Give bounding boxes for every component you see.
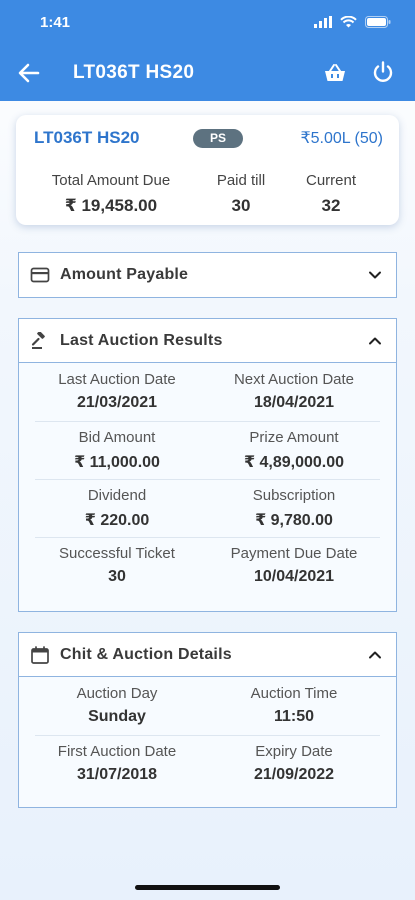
first-auction-date-value: 31/07/2018 xyxy=(76,766,158,783)
chit-details-section: Chit & Auction Details Auction Day Sunda… xyxy=(18,632,397,808)
subscription-label: Subscription xyxy=(252,487,336,504)
auction-results-title: Last Auction Results xyxy=(60,332,223,349)
chit-details-body: Auction Day Sunday Auction Time 11:50 Fi… xyxy=(19,677,396,793)
chevron-up-icon xyxy=(369,651,381,659)
successful-ticket-label: Successful Ticket xyxy=(59,545,175,562)
auction-time-cell: Auction Time 11:50 xyxy=(204,685,384,726)
next-auction-date-label: Next Auction Date xyxy=(233,371,355,388)
auction-row: Successful Ticket 30 Payment Due Date 10… xyxy=(19,537,396,595)
status-badge: PS xyxy=(193,129,243,148)
auction-results-body: Last Auction Date 21/03/2021 Next Auctio… xyxy=(19,363,396,595)
first-auction-date-cell: First Auction Date 31/07/2018 xyxy=(27,743,207,784)
dividend-cell: Dividend ₹ 220.00 xyxy=(27,487,207,530)
first-auction-date-label: First Auction Date xyxy=(57,743,177,760)
dividend-value: ₹ 220.00 xyxy=(84,512,150,529)
expiry-date-cell: Expiry Date 21/09/2022 xyxy=(204,743,384,784)
ticket-summary-card: LT036T HS20 PS ₹5.00L (50) Total Amount … xyxy=(16,115,399,225)
last-auction-date-value: 21/03/2021 xyxy=(76,394,158,411)
auction-results-header[interactable]: Last Auction Results xyxy=(19,319,396,363)
next-auction-date-value: 18/04/2021 xyxy=(253,394,335,411)
dividend-label: Dividend xyxy=(87,487,147,504)
app-bar: LT036T HS20 xyxy=(0,44,415,101)
total-due-block: Total Amount Due ₹ 19,458.00 xyxy=(36,172,186,216)
signal-icon xyxy=(314,16,332,28)
expiry-date-label: Expiry Date xyxy=(255,743,333,760)
current-value: 32 xyxy=(321,196,341,215)
chevron-up-icon xyxy=(369,337,381,345)
page-title: LT036T HS20 xyxy=(73,62,195,83)
card-icon xyxy=(30,267,50,283)
prize-amount-value: ₹ 4,89,000.00 xyxy=(243,454,345,471)
wifi-icon xyxy=(340,16,357,28)
gavel-icon xyxy=(31,332,45,349)
amount-payable-header[interactable]: Amount Payable xyxy=(19,253,396,297)
last-auction-date-cell: Last Auction Date 21/03/2021 xyxy=(27,371,207,412)
expiry-date-value: 21/09/2022 xyxy=(253,766,335,783)
calendar-icon xyxy=(31,646,49,664)
prize-amount-label: Prize Amount xyxy=(249,429,339,446)
chit-details-title: Chit & Auction Details xyxy=(60,646,232,663)
status-time: 1:41 xyxy=(40,14,71,31)
auction-time-value: 11:50 xyxy=(273,708,315,725)
successful-ticket-cell: Successful Ticket 30 xyxy=(27,545,207,586)
auction-day-cell: Auction Day Sunday xyxy=(27,685,207,726)
auction-row: Dividend ₹ 220.00 Subscription ₹ 9,780.0… xyxy=(19,479,396,537)
chit-row: First Auction Date 31/07/2018 Expiry Dat… xyxy=(19,735,396,793)
paid-till-value: 30 xyxy=(231,196,251,215)
basket-icon[interactable] xyxy=(323,61,347,85)
auction-day-value: Sunday xyxy=(88,708,146,725)
ticket-number: LT036T HS20 xyxy=(34,128,140,147)
successful-ticket-value: 30 xyxy=(108,568,126,585)
power-icon[interactable] xyxy=(371,60,395,84)
current-block: Current 32 xyxy=(291,172,371,216)
auction-time-label: Auction Time xyxy=(250,685,338,702)
bid-amount-label: Bid Amount xyxy=(78,429,156,446)
back-arrow-icon[interactable] xyxy=(16,60,42,86)
auction-day-label: Auction Day xyxy=(76,685,158,702)
total-due-label: Total Amount Due xyxy=(51,172,171,189)
bid-amount-cell: Bid Amount ₹ 11,000.00 xyxy=(27,429,207,472)
status-bar: 1:41 xyxy=(0,0,415,44)
prize-amount-cell: Prize Amount ₹ 4,89,000.00 xyxy=(204,429,384,472)
amount-payable-section: Amount Payable xyxy=(18,252,397,298)
chevron-down-icon xyxy=(369,271,381,279)
chit-value: ₹5.00L (50) xyxy=(300,130,383,147)
auction-row: Bid Amount ₹ 11,000.00 Prize Amount ₹ 4,… xyxy=(19,421,396,479)
bid-amount-value: ₹ 11,000.00 xyxy=(74,454,160,471)
chit-details-header[interactable]: Chit & Auction Details xyxy=(19,633,396,677)
payment-due-date-label: Payment Due Date xyxy=(230,545,358,562)
payment-due-date-value: 10/04/2021 xyxy=(253,568,335,585)
payment-due-date-cell: Payment Due Date 10/04/2021 xyxy=(204,545,384,586)
auction-results-section: Last Auction Results Last Auction Date 2… xyxy=(18,318,397,612)
subscription-cell: Subscription ₹ 9,780.00 xyxy=(204,487,384,530)
battery-icon xyxy=(365,16,391,28)
next-auction-date-cell: Next Auction Date 18/04/2021 xyxy=(204,371,384,412)
amount-payable-title: Amount Payable xyxy=(60,266,189,283)
chit-row: Auction Day Sunday Auction Time 11:50 xyxy=(19,677,396,735)
current-label: Current xyxy=(305,172,357,189)
paid-till-label: Paid till xyxy=(216,172,266,189)
last-auction-date-label: Last Auction Date xyxy=(58,371,176,388)
paid-till-block: Paid till 30 xyxy=(201,172,281,216)
auction-row: Last Auction Date 21/03/2021 Next Auctio… xyxy=(19,363,396,421)
status-icons xyxy=(314,16,391,28)
subscription-value: ₹ 9,780.00 xyxy=(255,512,333,529)
home-indicator[interactable] xyxy=(135,885,280,890)
total-due-value: ₹ 19,458.00 xyxy=(64,196,158,215)
